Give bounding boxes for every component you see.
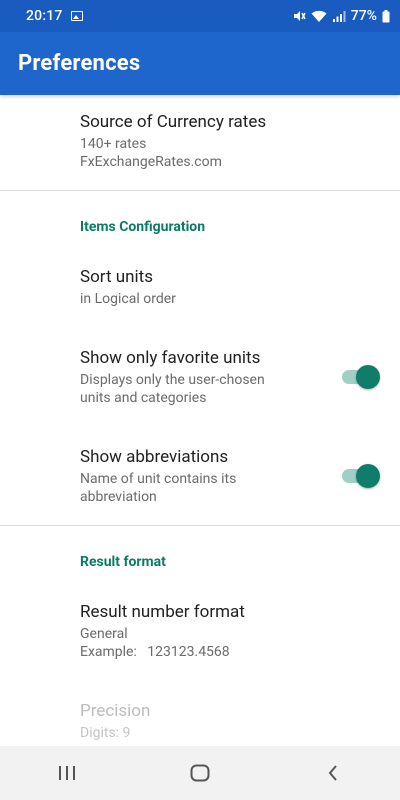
recents-button[interactable] [37,753,97,793]
pref-title: Sort units [80,267,153,287]
battery-percentage: 77% [350,8,377,24]
switch-thumb [356,365,380,389]
pref-summary: in Logical order [80,291,176,307]
pref-summary: FxExchangeRates.com [80,154,222,170]
favorite-units-toggle[interactable] [342,363,380,391]
home-button[interactable] [170,753,230,793]
recents-icon [58,766,75,780]
pref-summary: 140+ rates [80,136,147,152]
pref-summary: Example: 123123.4568 [80,644,230,660]
category-items-configuration: Items Configuration [80,219,206,235]
abbreviations-toggle[interactable] [342,462,380,490]
status-bar: 20:17 77% [0,0,400,32]
pref-sort-units[interactable]: Sort units in Logical order [80,266,380,308]
home-icon [190,764,210,782]
status-time: 20:17 [26,8,63,24]
preferences-list[interactable]: Source of Currency rates 140+ rates FxEx… [0,95,400,746]
pref-title: Result number format [80,602,245,622]
pref-summary: abbreviation [80,489,157,505]
app-bar: Preferences [0,32,400,95]
signal-icon [332,10,346,22]
pref-currency-source[interactable]: Source of Currency rates 140+ rates FxEx… [80,111,380,171]
pref-title: Show abbreviations [80,447,229,467]
pref-title: Source of Currency rates [80,112,267,132]
gallery-icon [70,11,83,21]
pref-summary: Digits: 9 [80,725,131,741]
pref-summary: General [80,626,128,642]
back-button[interactable] [303,753,363,793]
back-icon [328,765,338,781]
pref-summary: Name of unit contains its [80,471,237,487]
battery-icon [382,9,390,22]
mute-icon [293,11,306,21]
pref-title: Precision [80,701,151,721]
divider [0,190,400,191]
pref-favorite-units[interactable]: Show only favorite units Displays only t… [80,347,330,407]
page-title: Preferences [18,51,141,76]
navigation-bar [0,746,400,800]
switch-thumb [356,464,380,488]
pref-precision: Precision Digits: 9 [80,700,380,742]
category-result-format: Result format [80,554,166,570]
pref-summary: Displays only the user-chosen [80,372,265,388]
pref-title: Show only favorite units [80,348,261,368]
wifi-icon [311,10,327,22]
status-icons: 77% [292,8,390,24]
pref-abbreviations[interactable]: Show abbreviations Name of unit contains… [80,446,330,506]
pref-result-number-format[interactable]: Result number format General Example: 12… [80,601,380,661]
divider [0,525,400,526]
pref-summary: units and categories [80,390,207,406]
